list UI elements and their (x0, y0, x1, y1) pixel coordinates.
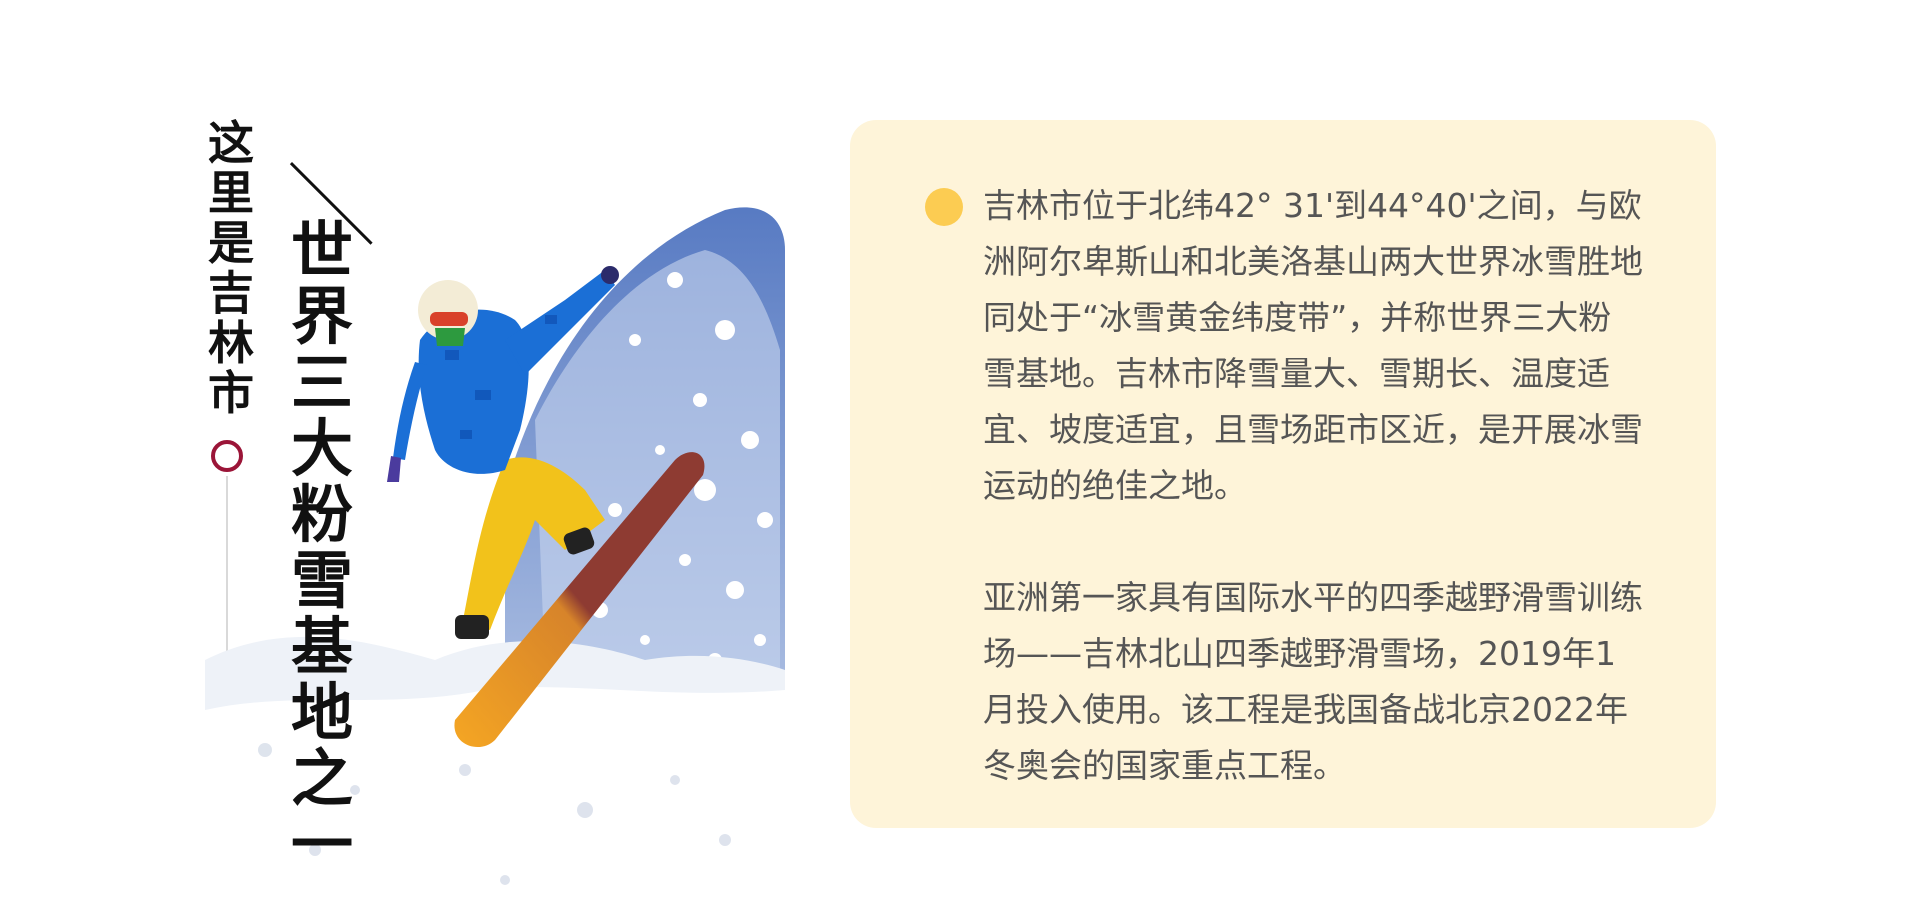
headline-vertical: 世 界 三 大 粉 雪 基 地 之 一 (286, 218, 358, 878)
info-paragraph-2: 亚洲第一家具有国际水平的四季越野滑雪训练场——吉林北山四季越野滑雪场，2019年… (983, 578, 1643, 785)
info-paragraph-1: 吉林市位于北纬42° 31'到44°40'之间，与欧洲阿尔卑斯山和北美洛基山两大… (983, 186, 1643, 505)
headline-char: 地 (290, 676, 353, 749)
headline-char: 世 (290, 214, 353, 287)
headline-char: 之 (290, 742, 353, 815)
headline-char: 大 (290, 412, 353, 485)
subtitle-char: 这 (208, 116, 254, 170)
headline-char: 基 (290, 610, 353, 683)
headline-char: 三 (290, 346, 353, 419)
headline-char: 雪 (290, 544, 353, 617)
headline-char: 粉 (290, 478, 353, 551)
headline-char: 界 (290, 280, 353, 353)
info-text: 吉林市位于北纬42° 31'到44°40'之间，与欧洲阿尔卑斯山和北美洛基山两大… (983, 178, 1643, 794)
page: 这 里 是 吉 林 市 世 界 三 大 粉 雪 基 地 之 一 吉林市位于北纬4… (0, 0, 1920, 917)
headline-char: 一 (290, 808, 353, 881)
bullet-dot-icon (925, 188, 963, 226)
